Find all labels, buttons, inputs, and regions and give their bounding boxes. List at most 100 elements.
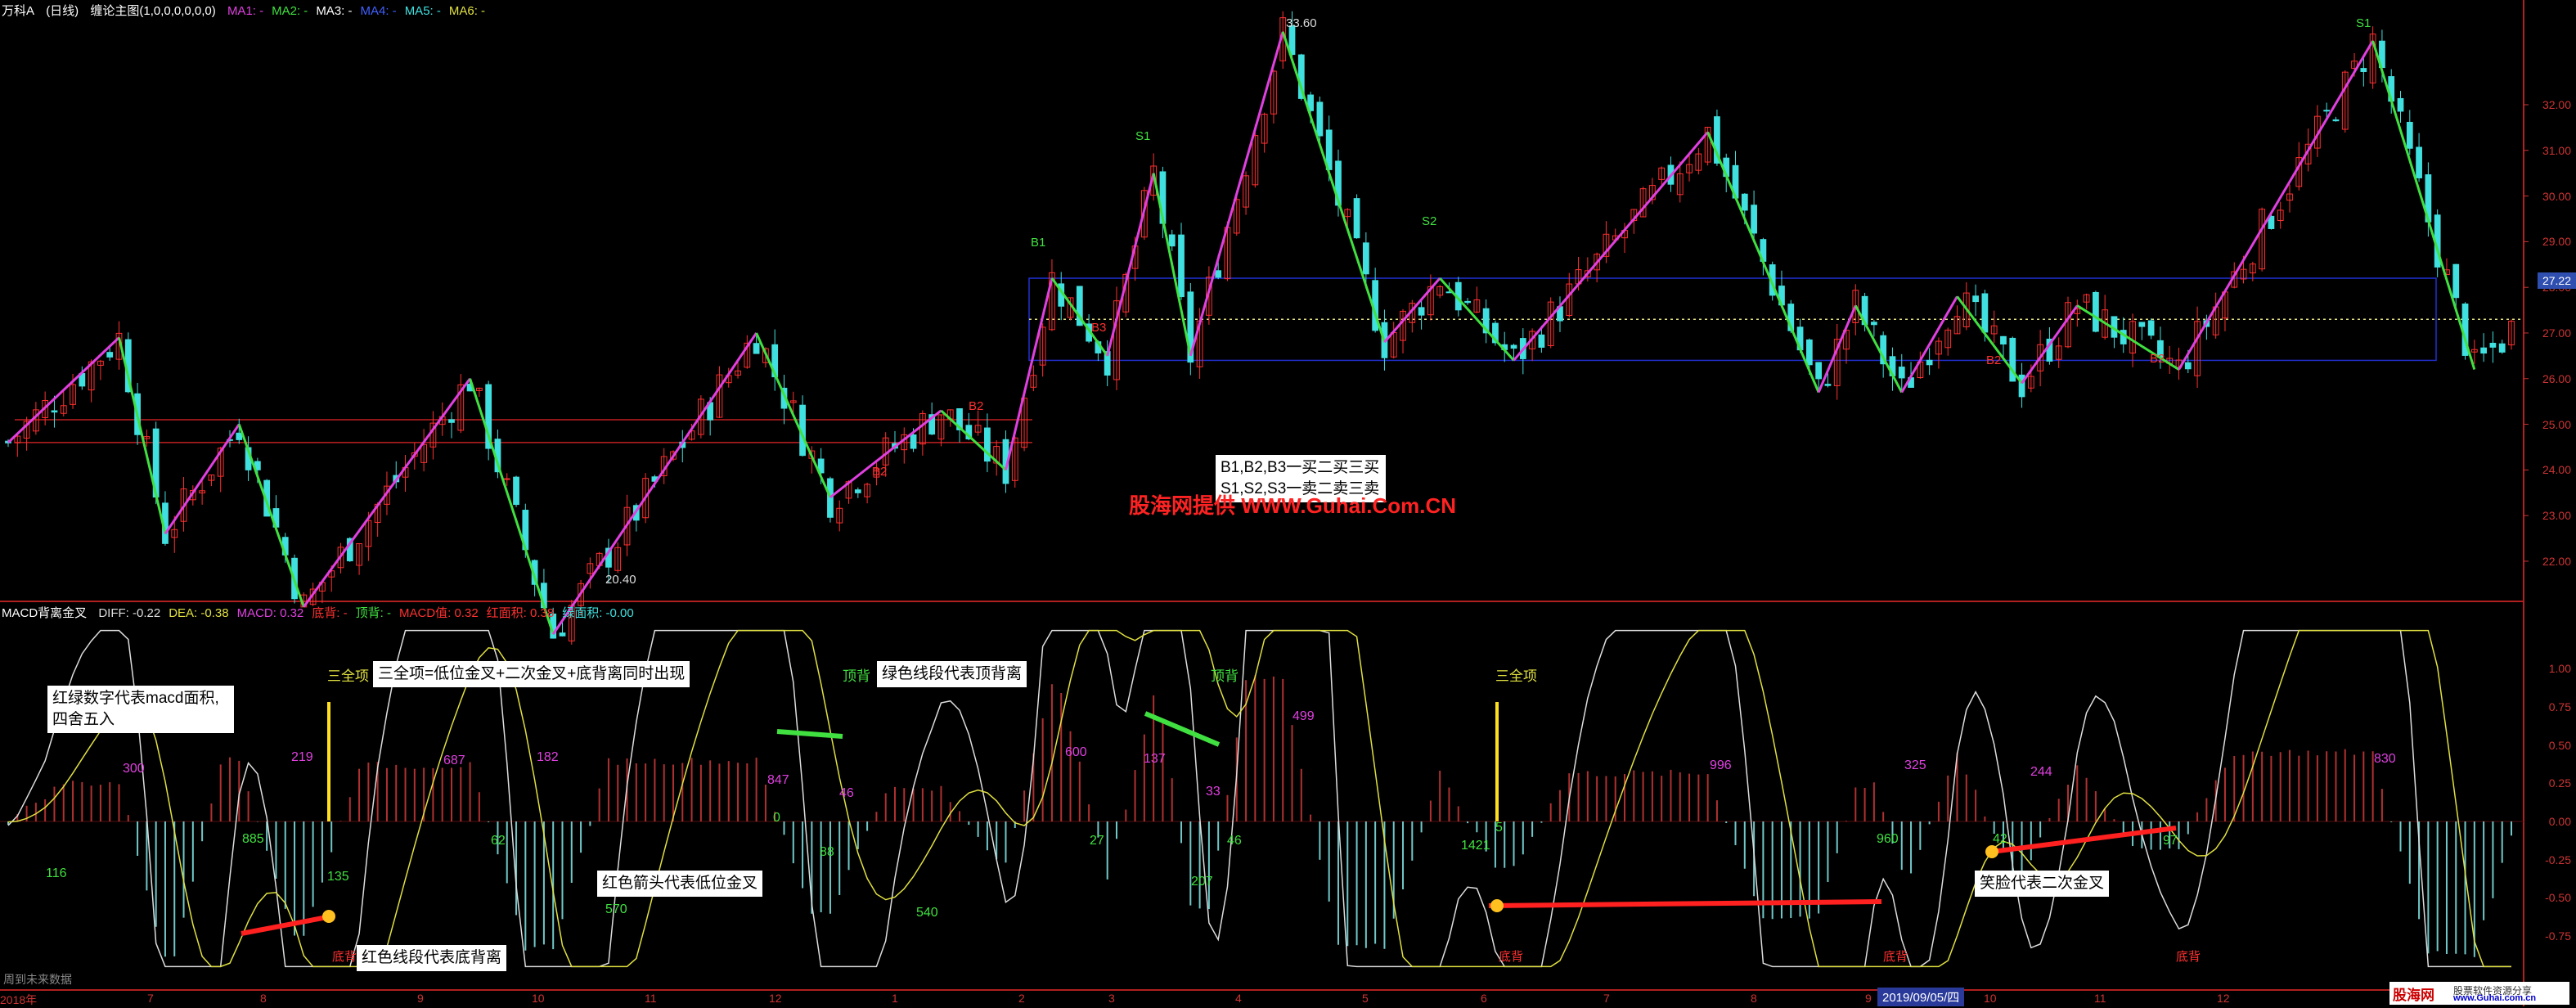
macd-legend-item-6: MACD值: 0.32 — [398, 606, 479, 620]
macd-area-label: 97 — [2163, 834, 2178, 848]
time-tick: 7 — [1603, 992, 1610, 1005]
candle-body — [1981, 293, 1989, 333]
candle-body — [2332, 119, 2340, 122]
candle-body — [2489, 342, 2497, 348]
zigzag-stroke — [2178, 40, 2374, 371]
macd-area-label: 46 — [839, 786, 854, 800]
low-label: 20.40 — [605, 573, 636, 587]
ma-legend-item-2: MA2: - — [272, 4, 308, 18]
indicator-name[interactable]: 缠论主图(1,0,0,0,0,0,0) — [90, 4, 215, 18]
bottom-divergence-segment-0 — [241, 914, 332, 936]
candle-body — [1741, 193, 1748, 211]
zigzag-stroke — [755, 332, 832, 498]
logo-url: www.Guhai.com.cn — [2453, 993, 2537, 1003]
macd-area-label: 885 — [242, 832, 264, 846]
macd-area-label: 42 — [1993, 832, 2007, 846]
candle-body — [2480, 347, 2488, 354]
zigzag-stroke — [1706, 131, 1820, 394]
candle-body — [1898, 367, 1905, 379]
ma-legend-item-6: MA6: - — [448, 4, 486, 18]
macd-legend-item-7: 红面积: 0.38 — [486, 606, 555, 620]
candle-body — [1926, 359, 1933, 366]
macd-tick: -0.50 — [2545, 891, 2571, 905]
candle-body — [2406, 121, 2413, 149]
candle-body — [910, 434, 917, 449]
candle-body — [1418, 307, 1425, 316]
price-tick: 22.00 — [2542, 554, 2571, 568]
period-label[interactable]: (日线) — [46, 4, 79, 18]
macd-legend-item-4: 底背: - — [312, 606, 348, 620]
smiley-icon — [1490, 899, 1504, 912]
top-divergence-segment-0 — [776, 729, 843, 739]
current-price-tag: 27.22 — [2537, 272, 2576, 289]
macd-area-label: 88 — [820, 845, 834, 859]
tag-bottom-div-4: 底背 — [2176, 950, 2201, 964]
note-macd-area-line2: 四舍五入 — [52, 711, 115, 728]
macd-header: MACD背离金叉 DIFF: -0.22 DEA: -0.38 MACD: 0.32… — [2, 604, 650, 621]
candle-body — [1178, 234, 1185, 298]
time-tick: 5 — [1362, 992, 1369, 1005]
signal-b3: B3 — [1091, 321, 1107, 335]
bottom-divergence-segment-2 — [1991, 826, 2177, 854]
time-tick: 4 — [1235, 992, 1242, 1005]
tag-triple-1: 三全项 — [327, 668, 369, 684]
candle-body — [2184, 362, 2192, 370]
candle-body — [854, 489, 861, 493]
time-tick: 7 — [147, 992, 154, 1005]
macd-area-label: 137 — [1144, 752, 1166, 766]
macd-legend-item-5: 顶背: - — [355, 606, 391, 620]
candle-body — [2138, 322, 2146, 327]
price-tick: 32.00 — [2542, 98, 2571, 111]
candle-body — [1824, 384, 1832, 386]
signal-b2-3: B2 — [1986, 353, 2002, 367]
note-triple: 三全项=低位金叉+二次金叉+底背离同时出现 — [373, 661, 690, 687]
future-data-label: 周到未来数据 — [3, 973, 72, 986]
note-macd-area-line1: 红绿数字代表macd面积, — [52, 690, 219, 707]
macd-area-label: 1421 — [1461, 839, 1490, 853]
macd-indicator-name[interactable]: MACD背离金叉 — [2, 606, 87, 620]
macd-area-label: 5 — [1495, 821, 1503, 835]
macd-legend: DIFF: -0.22 DEA: -0.38 MACD: 0.32 底背: - 顶背: … — [98, 606, 641, 620]
macd-area-label: 27 — [1090, 834, 1104, 848]
ma-legend-item-3: MA3: - — [316, 4, 353, 18]
candle-body — [1871, 322, 1877, 326]
candle-body — [1751, 205, 1757, 234]
candle-body — [2452, 263, 2460, 299]
time-tick: 2 — [1018, 992, 1025, 1005]
signal-b2-2: B2 — [969, 399, 984, 413]
macd-area-label: 46 — [1227, 834, 1242, 848]
macd-legend-item-3: MACD: 0.32 — [236, 606, 304, 620]
time-tick: 9 — [417, 992, 424, 1005]
candle-body — [1510, 344, 1517, 349]
ma-legend-item-5: MA5: - — [404, 4, 441, 18]
time-axis: 2018年 7 8 9 10 11 12 1 2 3 4 5 6 7 8 9 10 11 12 — [0, 990, 2524, 1006]
watermark: 股海网提供 WWW.Guhai.Com.CN — [1129, 493, 1457, 518]
candle-body — [2147, 320, 2155, 336]
smiley-icon — [1985, 845, 1998, 858]
time-tick: 10 — [532, 992, 545, 1005]
note-macd-area: 红绿数字代表macd面积, 四舍五入 — [47, 686, 234, 733]
candle-body — [559, 632, 566, 637]
zigzag-stroke — [164, 423, 241, 535]
zigzag-stroke — [1189, 31, 1284, 357]
signal-b2-4: B2 — [2150, 352, 2165, 366]
price-tick: 25.00 — [2542, 417, 2571, 431]
macd-area-label: 244 — [2030, 765, 2052, 779]
zigzag-stroke — [1281, 31, 1386, 343]
time-tick: 12 — [769, 992, 782, 1005]
price-tick: 27.00 — [2542, 326, 2571, 340]
signal-s2: S2 — [1422, 214, 1437, 228]
macd-area-label: 62 — [491, 834, 506, 848]
candle-body — [753, 343, 760, 354]
tag-top-div-1: 顶背 — [843, 668, 870, 684]
stock-name[interactable]: 万科A — [2, 4, 34, 18]
candle-body — [2000, 335, 2007, 345]
time-tick: 6 — [1481, 992, 1487, 1005]
candle-body — [827, 478, 834, 518]
time-tick: 11 — [2094, 992, 2106, 1005]
macd-area-label: 207 — [1191, 875, 1213, 889]
candle-body — [1353, 198, 1360, 239]
note-buy-text: B1,B2,B3一买二买三买 — [1221, 459, 1380, 476]
price-tick: 30.00 — [2542, 189, 2571, 203]
macd-tick: 0.75 — [2548, 700, 2571, 713]
